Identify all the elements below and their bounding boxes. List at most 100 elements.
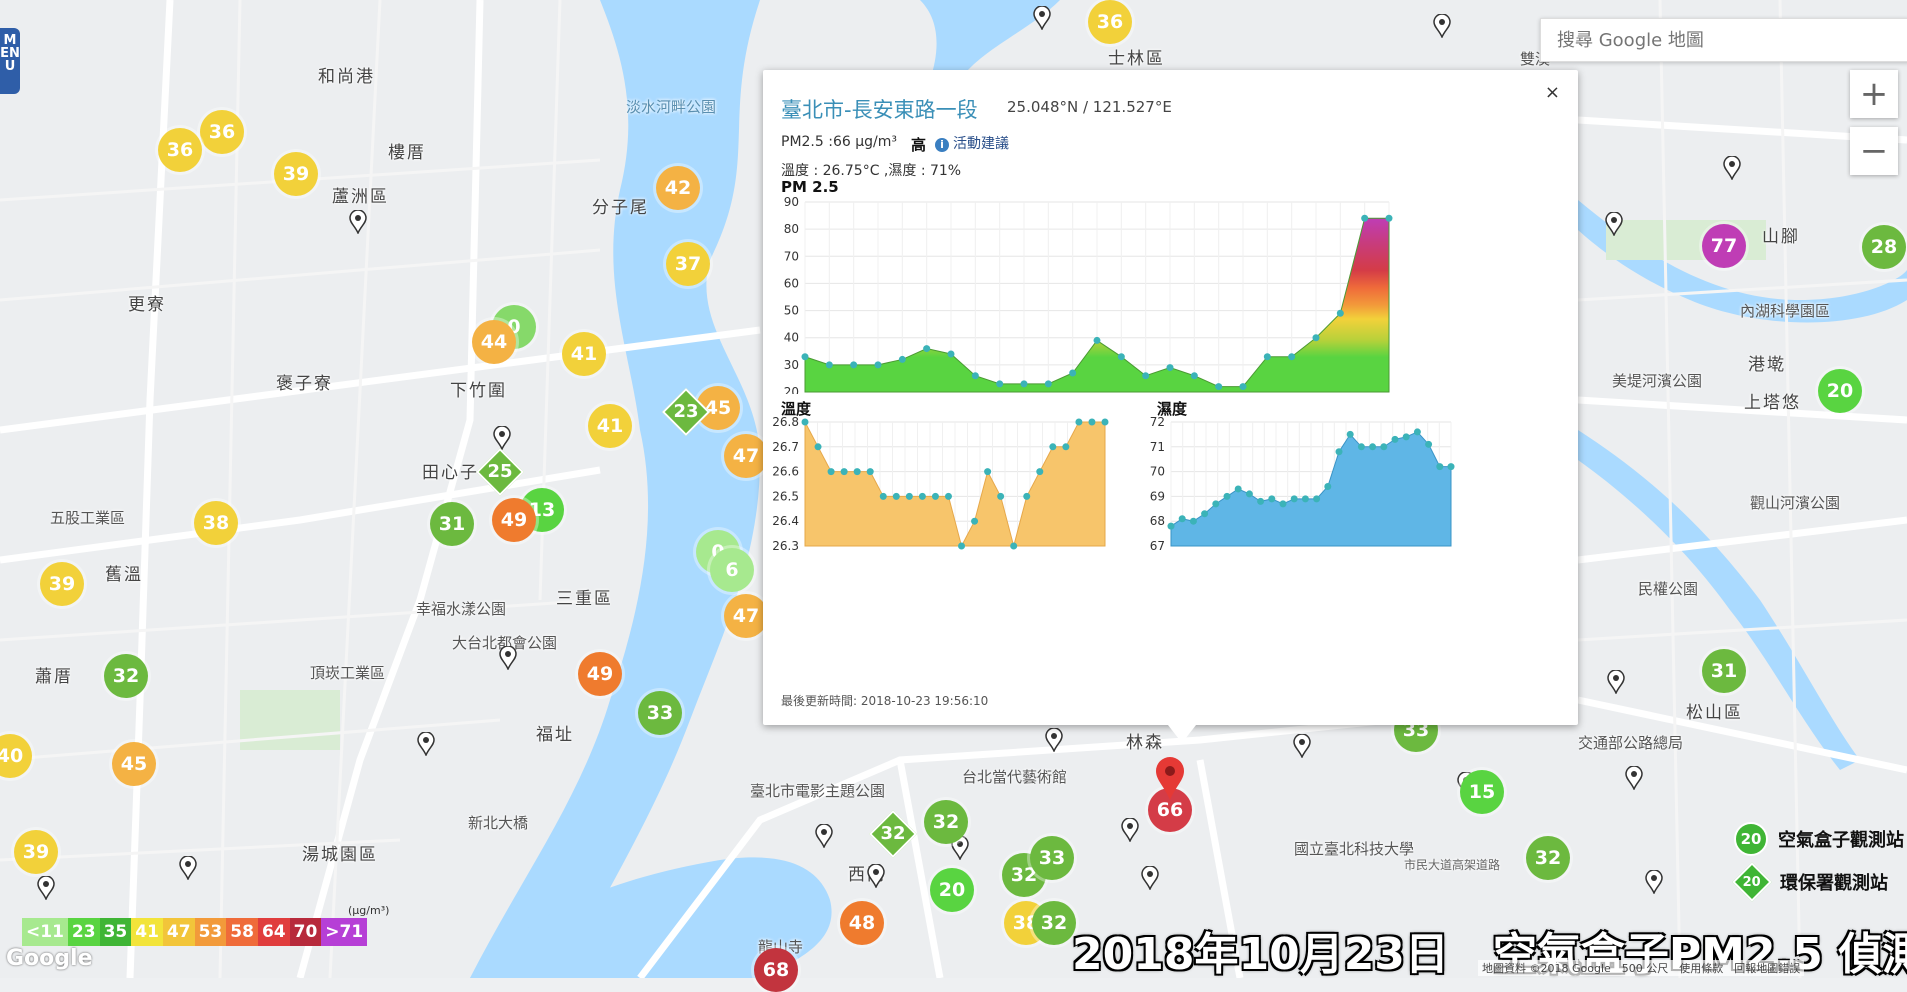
location-pin-icon[interactable] — [37, 876, 55, 900]
airbox-marker[interactable]: 77 — [1702, 224, 1746, 268]
data-point — [1335, 448, 1343, 456]
airbox-marker[interactable]: 37 — [666, 242, 710, 286]
location-pin-icon[interactable] — [1121, 818, 1139, 842]
airbox-marker[interactable]: 15 — [1460, 770, 1504, 814]
y-tick-label: 60 — [784, 276, 799, 290]
legend-bin: 23 — [67, 918, 100, 946]
airbox-marker[interactable]: 33 — [638, 691, 682, 735]
data-point — [944, 492, 952, 500]
location-pin-icon[interactable] — [1645, 870, 1663, 894]
location-pin-icon[interactable] — [1045, 728, 1063, 752]
data-point — [1166, 364, 1174, 372]
data-point — [1190, 372, 1198, 380]
airbox-marker[interactable]: 68 — [754, 948, 798, 992]
airbox-marker[interactable]: 48 — [840, 901, 884, 945]
y-tick-label: 26.3 — [773, 539, 799, 553]
data-point — [1234, 485, 1242, 493]
data-point — [1425, 440, 1433, 448]
airbox-marker[interactable]: 39 — [274, 152, 318, 196]
airbox-marker[interactable]: 36 — [1088, 0, 1132, 44]
airbox-marker[interactable]: 32 — [1032, 901, 1076, 945]
location-pin-icon[interactable] — [1607, 670, 1625, 694]
menu-button[interactable]: MENU — [0, 28, 20, 94]
airbox-marker[interactable]: 49 — [578, 652, 622, 696]
epa-legend-item: 20 環保署觀測站 — [1732, 862, 1888, 902]
close-icon[interactable]: × — [1545, 82, 1560, 103]
y-tick-label: 26.4 — [773, 514, 799, 528]
airbox-marker[interactable]: 20 — [1818, 369, 1862, 413]
y-tick-label: 70 — [784, 249, 799, 263]
data-point — [958, 542, 966, 550]
y-tick-label: 30 — [784, 358, 799, 372]
zoom-out-button[interactable]: − — [1850, 127, 1898, 175]
data-point — [825, 361, 833, 369]
y-tick-label: 20 — [784, 385, 799, 394]
epa-legend-label: 環保署觀測站 — [1780, 873, 1888, 894]
data-point — [1245, 490, 1253, 498]
location-pin-icon[interactable] — [1141, 866, 1159, 890]
airbox-marker[interactable]: 28 — [1862, 225, 1906, 269]
airbox-marker[interactable]: 38 — [194, 501, 238, 545]
airbox-marker[interactable]: 47 — [724, 594, 768, 638]
location-pin-icon[interactable] — [1033, 6, 1051, 30]
y-tick-label: 70 — [1150, 465, 1165, 479]
map-attribution[interactable]: 地圖資料 ©2018 Google 500 公尺 使用條款 回報地圖錯誤 — [1478, 960, 1805, 976]
y-tick-label: 90 — [784, 195, 799, 209]
location-pin-icon[interactable] — [1605, 212, 1623, 236]
data-point — [1413, 428, 1421, 436]
airbox-marker[interactable]: 20 — [930, 868, 974, 912]
location-pin-icon[interactable] — [349, 210, 367, 234]
airbox-marker[interactable]: 32 — [924, 800, 968, 844]
airbox-marker[interactable]: 42 — [656, 166, 700, 210]
location-pin-icon[interactable] — [1293, 734, 1311, 758]
data-point — [1167, 522, 1175, 530]
airbox-marker[interactable]: 36 — [158, 128, 202, 172]
data-point — [1044, 380, 1052, 388]
station-info-popup: × 臺北市-長安東路一段 25.048°N / 121.527°E PM2.5 … — [763, 70, 1578, 743]
airbox-marker[interactable]: 33 — [1030, 836, 1074, 880]
data-point — [1324, 482, 1332, 490]
data-point — [801, 418, 809, 426]
data-point — [1201, 510, 1209, 518]
location-pin-icon[interactable] — [1625, 766, 1643, 790]
data-point — [1290, 495, 1298, 503]
location-pin-icon[interactable] — [179, 856, 197, 880]
airbox-marker[interactable]: 36 — [200, 110, 244, 154]
data-point — [1279, 500, 1287, 508]
zoom-in-button[interactable]: + — [1850, 70, 1898, 118]
activity-advice-link[interactable]: i 活動建議 — [935, 133, 1009, 153]
location-pin-icon[interactable] — [499, 646, 517, 670]
airbox-marker[interactable]: 39 — [14, 830, 58, 874]
location-pin-icon[interactable] — [1433, 14, 1451, 38]
data-point — [947, 350, 955, 358]
location-pin-icon[interactable] — [867, 864, 885, 888]
airbox-marker[interactable]: 47 — [724, 434, 768, 478]
location-pin-icon[interactable] — [417, 732, 435, 756]
pm25-chart: 203040506070809020000408121620 — [784, 195, 1393, 394]
data-point — [1088, 418, 1096, 426]
location-pin-icon[interactable] — [1723, 156, 1741, 180]
search-input[interactable] — [1540, 18, 1907, 62]
airbox-marker[interactable]: 49 — [492, 498, 536, 542]
epa-station-value: 32 — [880, 823, 906, 844]
airbox-marker[interactable]: 32 — [1526, 836, 1570, 880]
airbox-marker[interactable]: 41 — [562, 332, 606, 376]
airbox-marker[interactable]: 31 — [1702, 649, 1746, 693]
selected-location-pin[interactable] — [1154, 756, 1186, 802]
airbox-marker[interactable]: 39 — [40, 562, 84, 606]
data-point — [1263, 353, 1271, 361]
y-tick-label: 80 — [784, 222, 799, 236]
airbox-marker[interactable]: 32 — [104, 654, 148, 698]
pm25-color-legend: <11 23 35 41 47 53 58 64 70 >71 — [22, 918, 368, 946]
station-name: 臺北市-長安東路一段 — [781, 98, 978, 122]
airbox-marker[interactable]: 6 — [710, 548, 754, 592]
last-updated: 最後更新時間: 2018-10-23 19:56:10 — [781, 694, 989, 708]
airbox-marker[interactable]: 41 — [588, 404, 632, 448]
airbox-marker[interactable]: 44 — [472, 320, 516, 364]
airbox-marker[interactable]: 45 — [112, 742, 156, 786]
airbox-marker[interactable]: 31 — [430, 502, 474, 546]
y-tick-label: 69 — [1150, 489, 1165, 503]
location-pin-icon[interactable] — [815, 824, 833, 848]
location-pin-icon[interactable] — [493, 426, 511, 450]
legend-bin: 58 — [226, 918, 258, 946]
